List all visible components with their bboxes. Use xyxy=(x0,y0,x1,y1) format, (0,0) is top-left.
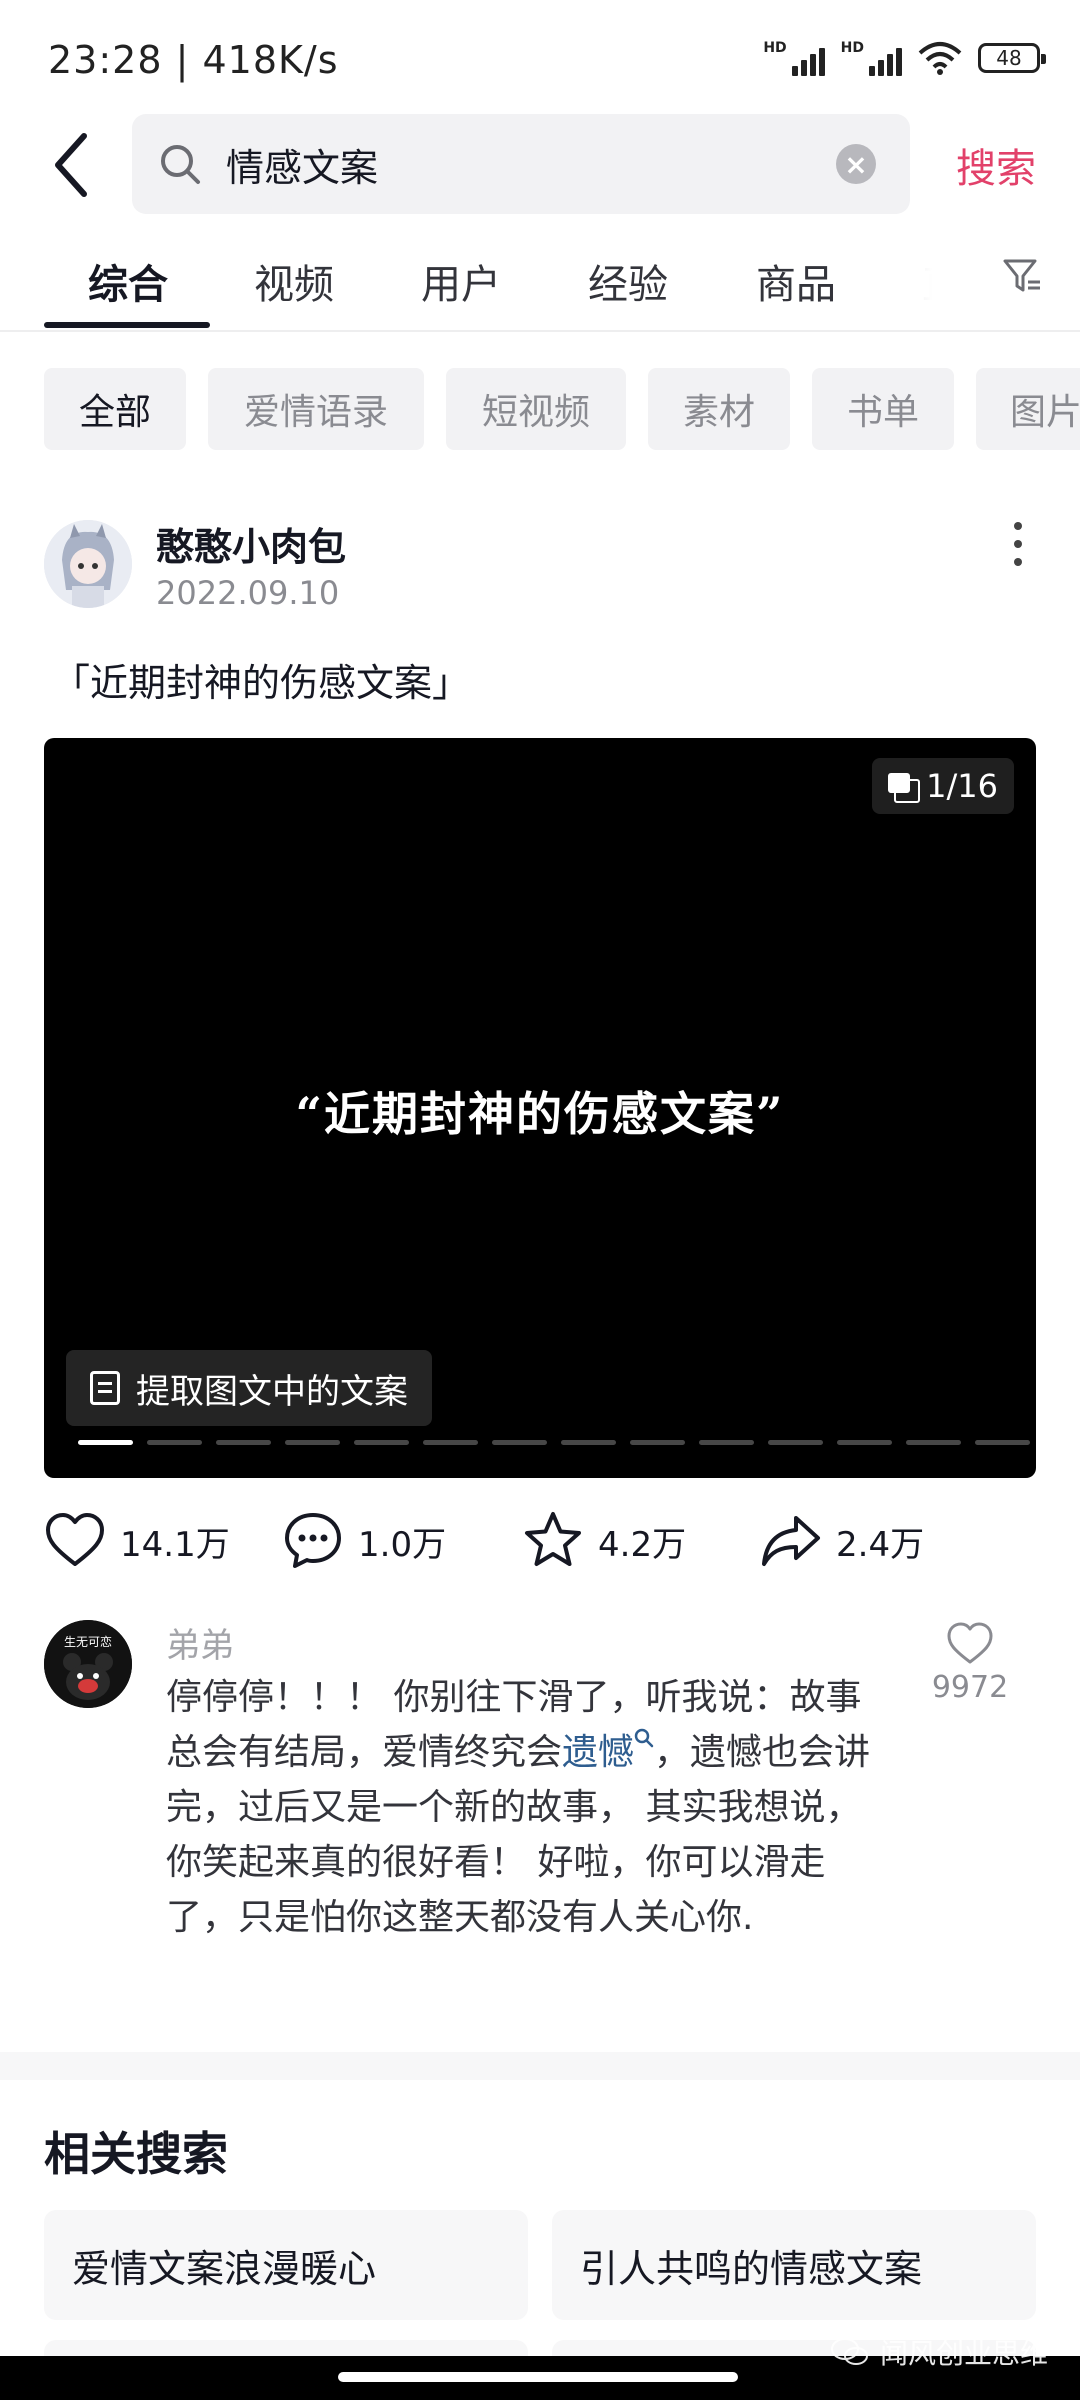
svg-text:生无可恋: 生无可恋 xyxy=(64,1634,112,1649)
comment-button[interactable]: 1.0万 xyxy=(282,1510,446,1572)
tab-fade xyxy=(862,246,962,316)
avatar-bear-icon: 生无可恋 xyxy=(44,1620,132,1708)
tab-comprehensive[interactable]: 综合 xyxy=(88,252,168,310)
search-query: 情感文案 xyxy=(226,145,379,190)
section-separator xyxy=(0,2052,1080,2080)
comment-like-button[interactable]: 9972 xyxy=(930,1620,1010,1705)
wifi-icon xyxy=(918,42,962,75)
chip-images[interactable]: 图片 xyxy=(976,368,1080,450)
chip-material[interactable]: 素材 xyxy=(648,368,790,450)
post-title[interactable]: 「近期封神的伤感文案」 xyxy=(52,652,470,707)
chip-love-quotes[interactable]: 爱情语录 xyxy=(208,368,424,450)
filter-icon[interactable] xyxy=(1002,256,1042,296)
related-search-item[interactable]: 爱情文案浪漫暖心 xyxy=(44,2210,528,2320)
more-options-icon[interactable] xyxy=(1008,522,1028,566)
comment-text[interactable]: 停停停！！！ 你别往下滑了，听我说：故事总会有结局，爱情终究会遗憾 ，遗憾也会讲完… xyxy=(166,1670,892,1945)
star-icon xyxy=(525,1512,581,1566)
avatar-illustration-icon xyxy=(44,520,132,608)
extract-text-button[interactable]: 提取图文中的文案 xyxy=(66,1350,432,1426)
comment-like-count: 9972 xyxy=(931,1670,1009,1705)
search-button[interactable]: 搜索 xyxy=(956,136,1036,194)
post-actions: 14.1万 1.0万 4.2万 2.4万 xyxy=(44,1510,1036,1580)
search-icon xyxy=(161,145,200,184)
commenter-name[interactable]: 弟弟 xyxy=(166,1618,234,1667)
author-avatar[interactable] xyxy=(44,520,132,608)
comment-icon xyxy=(285,1513,341,1568)
like-button[interactable]: 14.1万 xyxy=(44,1510,230,1572)
author-name[interactable]: 憨憨小肉包 xyxy=(156,516,346,571)
document-icon xyxy=(90,1371,120,1405)
chip-booklist[interactable]: 书单 xyxy=(812,368,954,450)
carousel-indicators xyxy=(78,1440,1036,1445)
signal-icon: HD xyxy=(763,40,825,76)
watermark: 闻风创业思维 xyxy=(830,2332,1048,2372)
share-icon xyxy=(762,1516,820,1566)
active-tab-indicator xyxy=(44,322,210,328)
gallery-icon xyxy=(888,773,921,803)
home-indicator[interactable] xyxy=(338,2372,738,2382)
heart-outline-icon xyxy=(947,1622,993,1664)
status-icons: HD HD 48 xyxy=(763,40,1046,76)
commenter-avatar[interactable]: 生无可恋 xyxy=(44,1620,132,1708)
filter-chips: 全部 爱情语录 短视频 素材 书单 图片 xyxy=(44,368,1080,450)
wechat-icon xyxy=(830,2338,868,2365)
back-arrow-icon[interactable] xyxy=(50,130,94,200)
post-date: 2022.09.10 xyxy=(156,574,340,612)
search-keyword-link[interactable]: 遗憾 xyxy=(562,1728,654,1773)
heart-icon xyxy=(46,1513,104,1566)
status-time: 23:28 | 418K/s xyxy=(48,38,339,82)
image-caption: “近期封神的伤感文案” xyxy=(295,1087,785,1141)
related-search-item[interactable]: 引人共鸣的情感文案 xyxy=(552,2210,1036,2320)
tab-video[interactable]: 视频 xyxy=(254,252,334,310)
divider xyxy=(0,330,1080,332)
post-image-carousel[interactable]: 1/16 “近期封神的伤感文案” 提取图文中的文案 xyxy=(44,738,1036,1478)
tab-user[interactable]: 用户 xyxy=(421,252,501,310)
tab-experience[interactable]: 经验 xyxy=(588,252,668,310)
mini-search-icon xyxy=(634,1728,654,1748)
clear-icon[interactable]: × xyxy=(836,144,876,184)
battery-icon: 48 xyxy=(978,43,1046,73)
search-input[interactable]: 情感文案 × xyxy=(132,114,910,214)
share-button[interactable]: 2.4万 xyxy=(760,1510,924,1572)
chip-all[interactable]: 全部 xyxy=(44,368,186,450)
image-counter: 1/16 xyxy=(872,758,1014,814)
tab-goods[interactable]: 商品 xyxy=(756,252,836,310)
chip-short-video[interactable]: 短视频 xyxy=(446,368,626,450)
favorite-button[interactable]: 4.2万 xyxy=(522,1510,686,1572)
signal-icon-2: HD xyxy=(841,40,902,76)
related-search-title: 相关搜索 xyxy=(44,2127,228,2181)
